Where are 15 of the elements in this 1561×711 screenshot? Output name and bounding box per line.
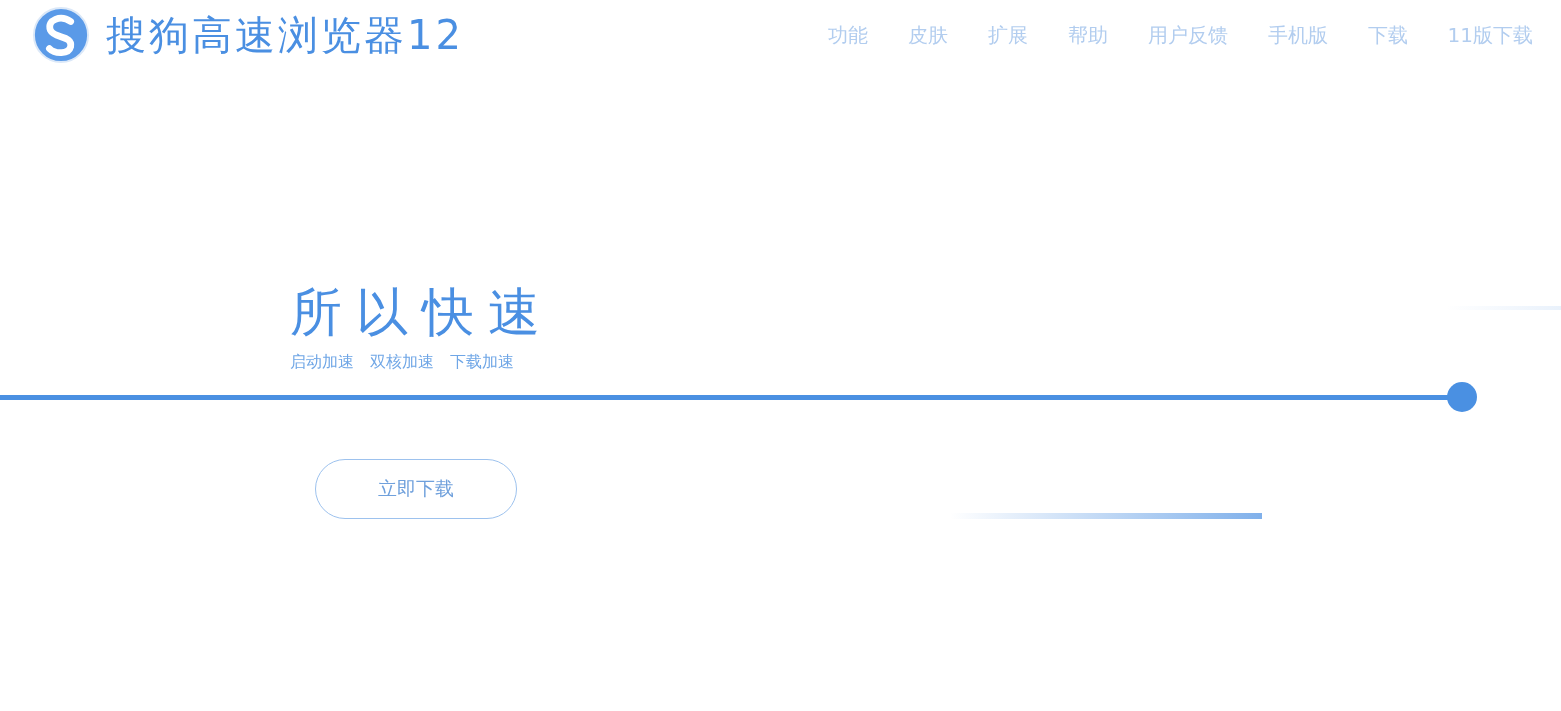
logo-text: 搜狗高速浏览器12 <box>106 10 464 60</box>
headline: 所以快速 <box>290 281 554 344</box>
nav-link[interactable]: 扩展 <box>987 21 1028 49</box>
nav-link[interactable]: 下载 <box>1367 21 1408 49</box>
nav-link[interactable]: 帮助 <box>1067 21 1108 49</box>
logo-icon <box>32 6 90 64</box>
nav-link[interactable]: 功能 <box>827 21 868 49</box>
feature-label: 双核加速 <box>370 352 434 373</box>
nav-link[interactable]: 手机版 <box>1267 21 1328 49</box>
nav-link[interactable]: 11版下载 <box>1447 21 1533 49</box>
nav-link[interactable]: 用户反馈 <box>1147 21 1228 49</box>
nav-link[interactable]: 皮肤 <box>907 21 948 49</box>
feature-label: 启动加速 <box>290 352 354 373</box>
download-button[interactable]: 立即下载 <box>315 459 517 519</box>
feature-label: 下载加速 <box>450 352 514 373</box>
